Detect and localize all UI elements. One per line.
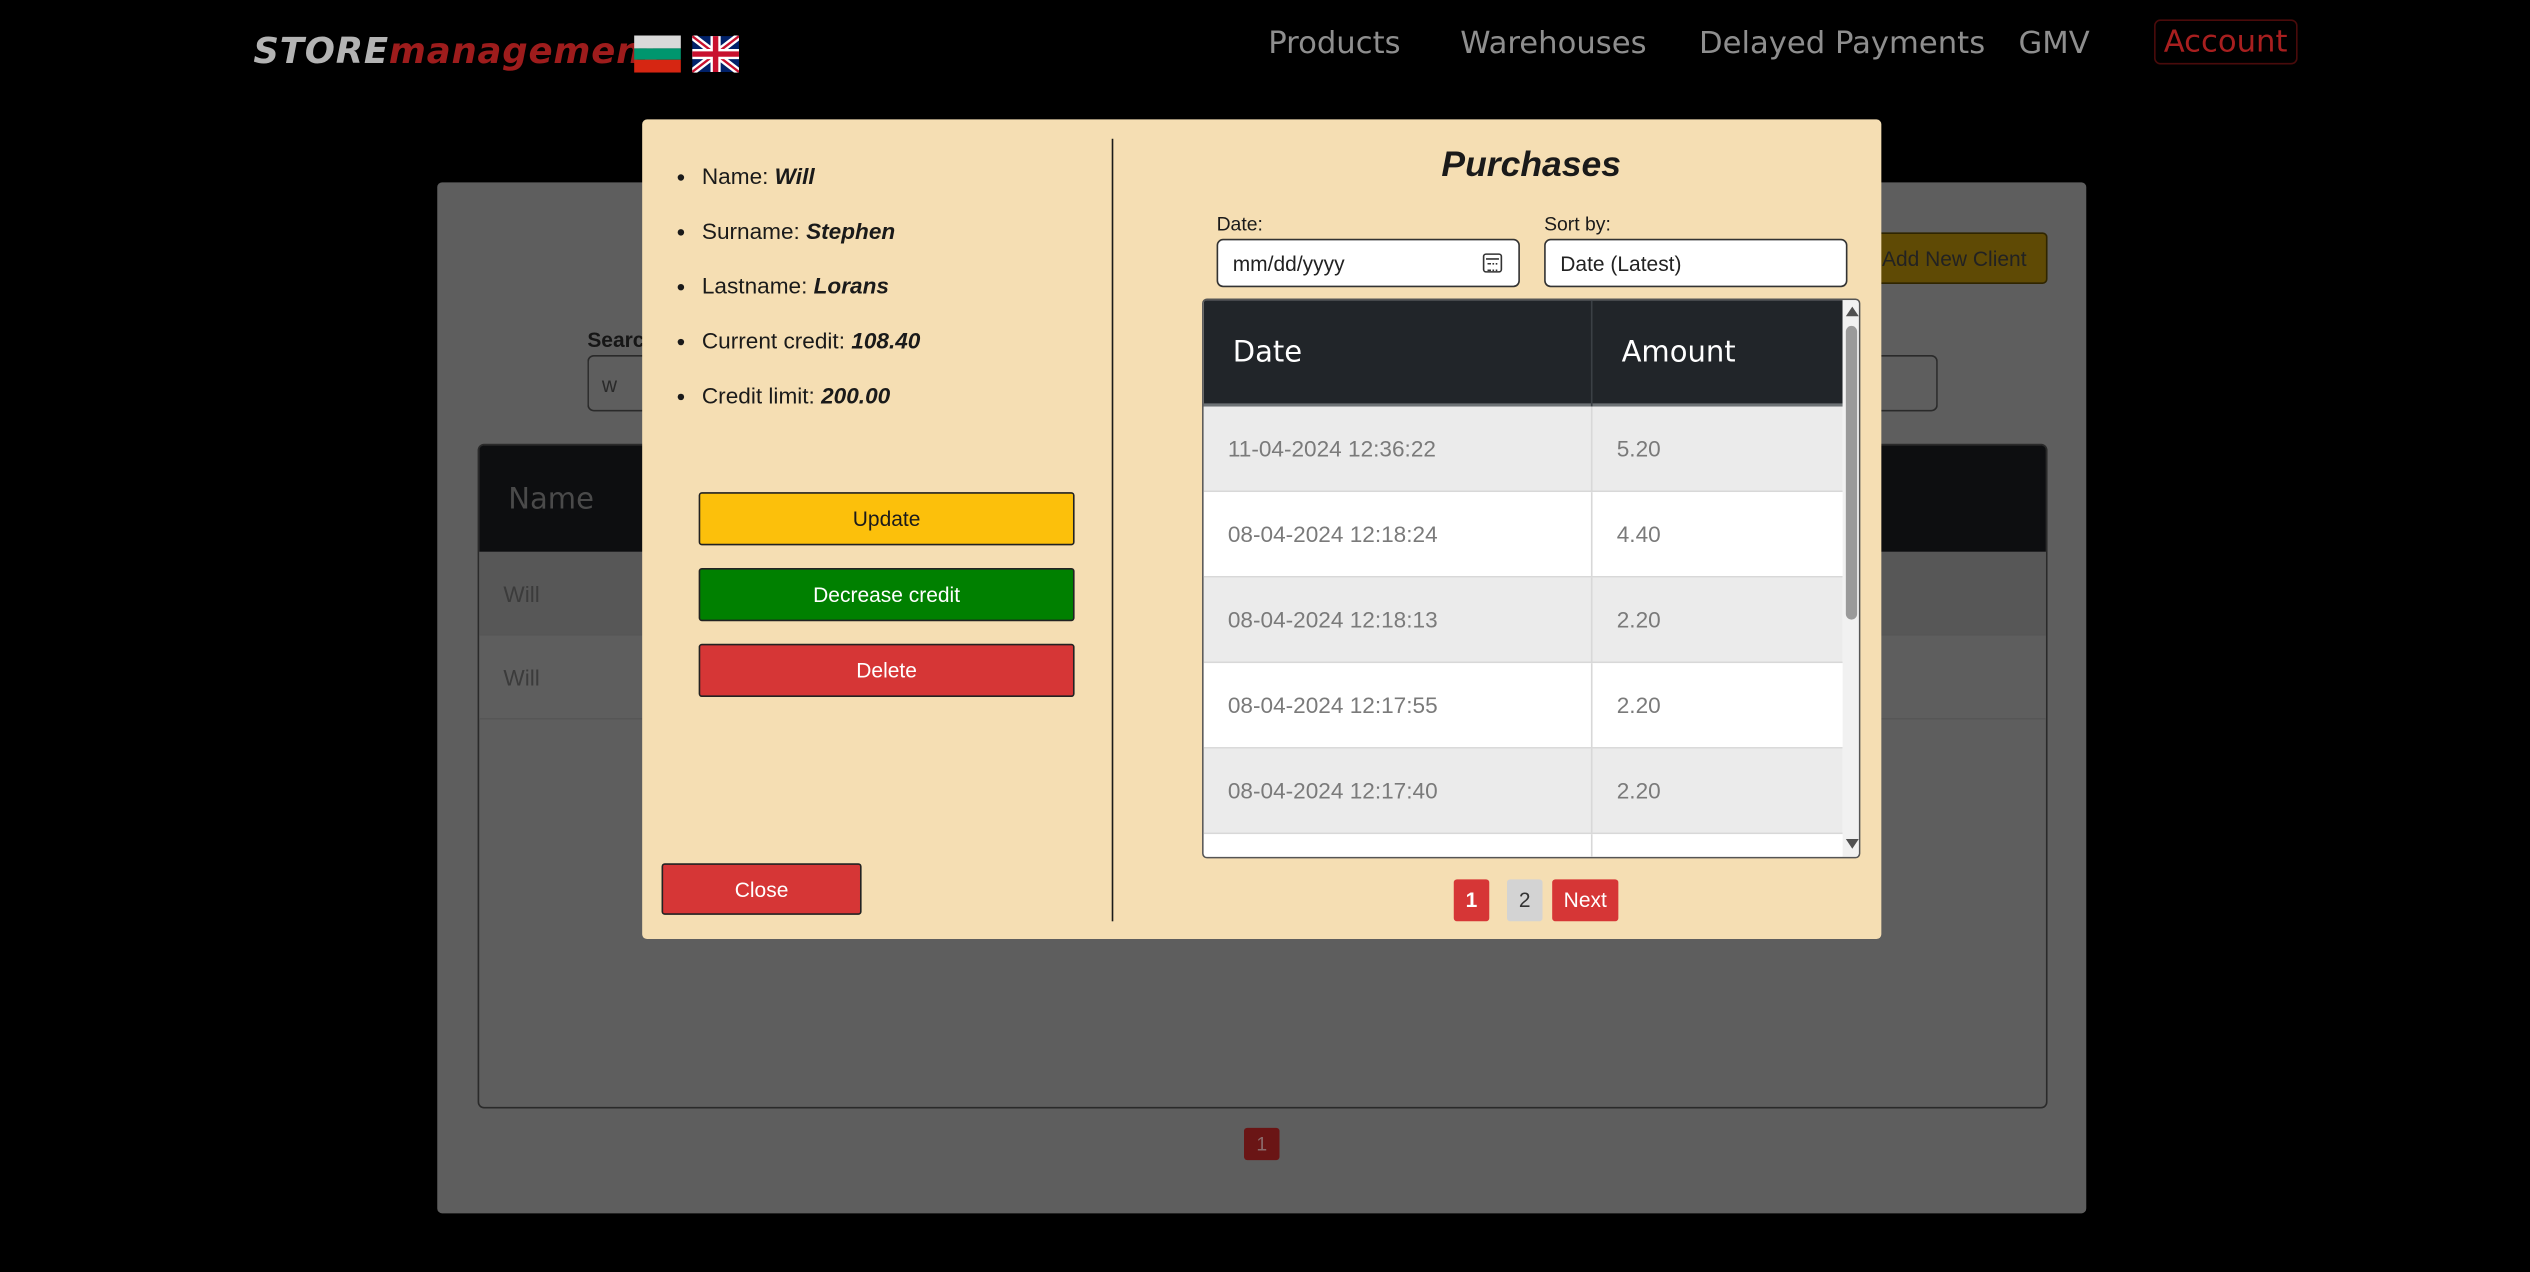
table-row[interactable] [1203,834,1843,857]
info-current-credit: Current credit: 108.40 [702,328,921,383]
scroll-up-arrow-icon[interactable] [1845,306,1859,317]
update-button[interactable]: Update [698,492,1075,546]
header-separator [1590,300,1593,407]
page-1-button[interactable]: 1 [1453,879,1490,922]
purchase-date: 08-04-2024 12:17:40 [1227,777,1438,804]
close-button[interactable]: Close [661,863,862,915]
date-placeholder: mm/dd/yyyy [1232,251,1345,276]
screen: STOREmanagement Products Warehouses Dela… [0,0,2530,1272]
purchases-scrollbar[interactable] [1842,300,1859,857]
column-amount: Amount [1621,335,1736,370]
purchase-amount: 2.20 [1616,692,1661,719]
info-value: 108.40 [851,327,921,354]
info-value: Lorans [813,272,889,299]
add-new-client-button[interactable]: Add New Client [1868,232,2048,284]
brand-management-text: management [388,32,660,73]
nav-warehouses[interactable]: Warehouses [1460,26,1646,61]
table-row[interactable]: 08-04-2024 12:17:55 2.20 [1203,663,1843,749]
purchase-amount: 2.20 [1616,777,1661,804]
table-row[interactable]: 08-04-2024 12:18:13 2.20 [1203,577,1843,664]
info-surname: Surname: Stephen [702,218,921,273]
purchase-date: 08-04-2024 12:18:24 [1227,521,1438,547]
calendar-icon[interactable] [1482,253,1503,273]
cell-separator [1590,748,1593,833]
cell-separator [1590,834,1593,857]
purchase-date: 11-04-2024 12:36:22 [1227,435,1436,462]
nav-delayed-payments[interactable]: Delayed Payments [1699,26,1985,61]
sort-by-select[interactable]: Date (Latest) [1544,238,1848,288]
purchase-date: 08-04-2024 12:18:13 [1227,606,1438,633]
info-value: Will [774,162,815,189]
modal-divider [1111,138,1114,922]
info-label: Lastname: [701,272,814,299]
cell-separator [1590,406,1593,491]
date-filter-label: Date: [1216,212,1263,236]
delete-button[interactable]: Delete [698,643,1075,698]
info-label: Credit limit: [701,382,822,409]
clients-page-button[interactable]: 1 [1244,1127,1280,1161]
nav-products[interactable]: Products [1268,26,1400,61]
table-row[interactable]: 11-04-2024 12:36:22 5.20 [1203,406,1843,493]
uk-flag-icon[interactable] [692,35,739,73]
info-name: Name: Will [702,163,921,218]
brand-store-text: STORE [253,32,389,73]
info-label: Name: [701,162,775,189]
scrollbar-thumb[interactable] [1845,325,1858,620]
client-details-modal: Name: Will Surname: Stephen Lastname: Lo… [642,119,1882,940]
bulgarian-flag-icon[interactable] [634,35,681,73]
cell-separator [1590,663,1593,748]
scaled-layout: STOREmanagement Products Warehouses Dela… [0,0,2530,1271]
column-date: Date [1232,335,1303,370]
info-credit-limit: Credit limit: 200.00 [702,382,921,437]
cell-separator [1590,577,1593,662]
page-2-button[interactable]: 2 [1507,879,1543,922]
nav-gmv[interactable]: GMV [2018,26,2089,61]
purchase-amount: 4.40 [1616,521,1661,547]
brand-logo[interactable]: STOREmanagement [253,32,660,72]
purchases-table: Date Amount 11-04-2024 12:36:22 5.20 08-0… [1202,298,1861,859]
info-lastname: Lastname: Lorans [702,273,921,328]
purchase-date: 08-04-2024 12:17:55 [1227,692,1438,719]
sort-by-label: Sort by: [1544,212,1611,236]
purchase-amount: 2.20 [1616,606,1661,633]
purchases-title: Purchases [1441,143,1621,184]
info-value: Stephen [806,217,896,244]
table-row[interactable]: 08-04-2024 12:17:40 2.20 [1203,748,1843,835]
date-filter-input[interactable]: mm/dd/yyyy [1216,238,1520,288]
purchase-amount: 5.20 [1616,435,1661,462]
info-label: Current credit: [701,327,852,354]
purchases-table-header: Date Amount [1203,300,1843,407]
next-page-button[interactable]: Next [1552,879,1619,922]
client-info-list: Name: Will Surname: Stephen Lastname: Lo… [702,163,921,437]
scroll-down-arrow-icon[interactable] [1845,839,1859,849]
nav-account[interactable]: Account [2154,19,2298,65]
cell-separator [1590,492,1593,577]
info-label: Surname: [701,217,807,244]
decrease-credit-button[interactable]: Decrease credit [698,567,1075,622]
info-value: 200.00 [821,382,891,409]
table-row[interactable]: 08-04-2024 12:18:24 4.40 [1203,492,1843,578]
